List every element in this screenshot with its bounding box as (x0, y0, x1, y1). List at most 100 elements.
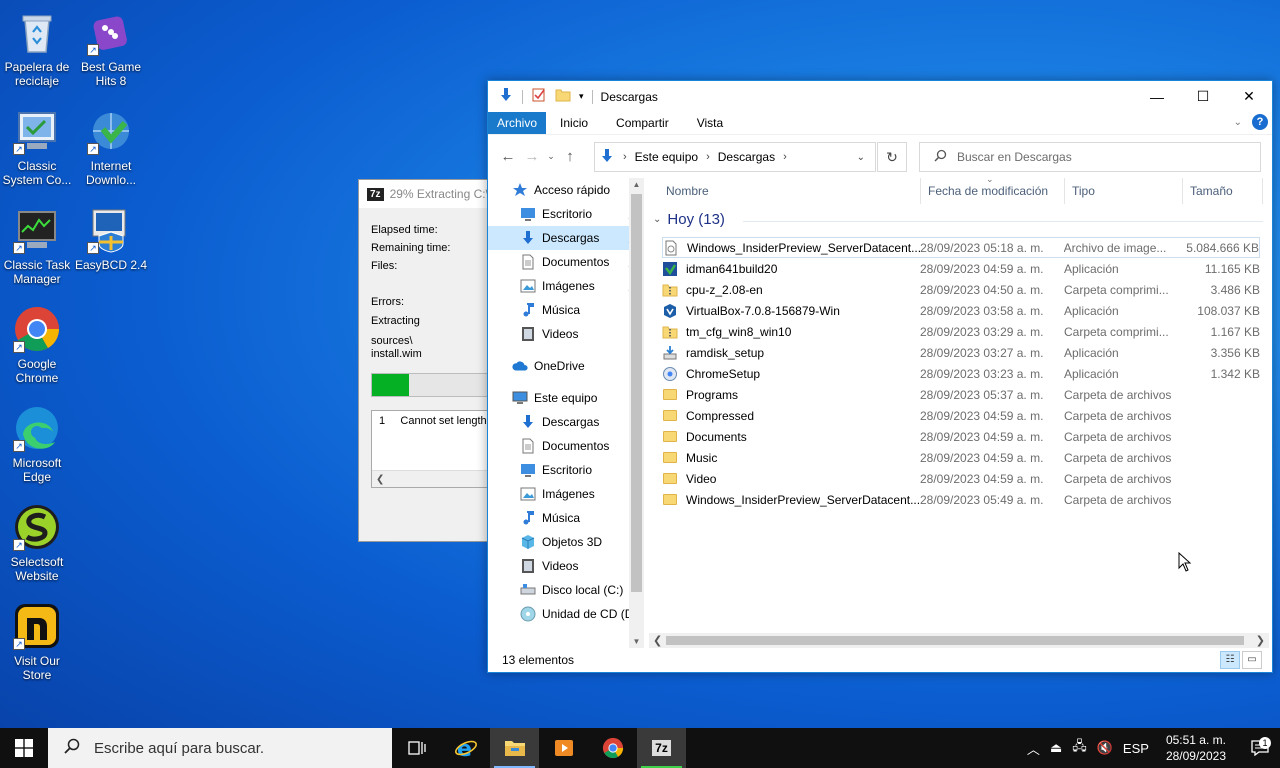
scroll-left-icon[interactable]: ❮ (376, 474, 384, 485)
chrome-taskbar-icon[interactable] (588, 728, 637, 768)
help-icon[interactable]: ? (1252, 114, 1268, 130)
collapse-group-icon[interactable]: ⌄ (653, 214, 661, 225)
tab-archivo[interactable]: Archivo (488, 112, 547, 134)
group-header-hoy[interactable]: ⌄ Hoy (13) (653, 211, 1263, 228)
usb-device-icon[interactable]: ⏏ (1050, 740, 1062, 756)
file-row[interactable]: VirtualBox-7.0.8-156879-Win 28/09/2023 03… (662, 300, 1260, 321)
properties-icon[interactable] (531, 87, 547, 106)
maximize-button[interactable]: ☐ (1180, 81, 1226, 112)
error-log-list[interactable]: 1 Cannot set length ❮ (371, 410, 497, 488)
7zip-progress-window[interactable]: 7z 29% Extracting C:\ Elapsed time: Rema… (358, 179, 498, 542)
desktop-icon-visit-our-store[interactable]: ↗ Visit Our Store (0, 602, 74, 682)
nav-item[interactable]: Este equipo (488, 386, 644, 410)
nav-item[interactable]: Imágenes📌 (488, 274, 644, 298)
desktop-icon-google-chrome[interactable]: ↗ Google Chrome (0, 305, 74, 385)
nav-item[interactable]: Descargas📌 (488, 226, 644, 250)
file-row[interactable]: ramdisk_setup 28/09/2023 03:27 a. m. Aplic… (662, 342, 1260, 363)
7zip-titlebar[interactable]: 7z 29% Extracting C:\ (359, 180, 497, 208)
nav-item[interactable]: Escritorio📌 (488, 202, 644, 226)
file-explorer-icon[interactable] (490, 728, 539, 768)
column-header-tamano[interactable]: Tamaño (1183, 178, 1263, 204)
volume-muted-icon[interactable]: 🔇 (1097, 740, 1113, 756)
tab-compartir[interactable]: Compartir (602, 112, 683, 134)
show-hidden-icons-icon[interactable]: ︿ (1027, 739, 1040, 758)
desktop-icon-selectsoft-website[interactable]: ↗ Selectsoft Website (0, 503, 74, 583)
file-row[interactable]: Documents 28/09/2023 04:59 a. m. Carpeta d… (662, 426, 1260, 447)
navigation-pane[interactable]: Acceso rápidoEscritorio📌Descargas📌Docume… (488, 178, 644, 648)
clock[interactable]: 05:51 a. m. 28/09/2023 (1166, 732, 1226, 764)
breadcrumb-este-equipo[interactable]: Este equipo (635, 150, 698, 164)
new-folder-icon[interactable] (555, 87, 571, 106)
nav-item[interactable]: Música (488, 506, 644, 530)
breadcrumb-separator-icon[interactable]: › (623, 151, 627, 163)
nav-item[interactable]: Escritorio (488, 458, 644, 482)
nav-item[interactable]: Descargas (488, 410, 644, 434)
desktop-icon-microsoft-edge[interactable]: ↗ Microsoft Edge (0, 404, 74, 484)
desktop-icon-best-game-hits[interactable]: ↗ Best Game Hits 8 (74, 8, 148, 88)
navigation-scroll-thumb[interactable] (631, 194, 642, 592)
network-icon[interactable]: 🖧 (1072, 737, 1087, 759)
nav-item[interactable]: Música (488, 298, 644, 322)
file-row[interactable]: ChromeSetup 28/09/2023 03:23 a. m. Aplicac… (662, 363, 1260, 384)
nav-item[interactable]: Documentos (488, 434, 644, 458)
desktop-icon-idm[interactable]: ↗ Internet Downlo... (74, 107, 148, 187)
search-input[interactable]: Buscar en Descargas (919, 142, 1261, 172)
customize-toolbar-icon[interactable]: ▾ (579, 91, 584, 102)
breadcrumb-separator-icon[interactable]: › (783, 151, 787, 163)
recent-locations-icon[interactable]: ⌄ (544, 151, 558, 162)
nav-item[interactable]: Imágenes (488, 482, 644, 506)
tab-vista[interactable]: Vista (683, 112, 737, 134)
navigation-scrollbar[interactable]: ▲ ▼ (629, 178, 644, 648)
desktop-icon-recycle-bin[interactable]: Papelera de reciclaje (0, 8, 74, 88)
file-row[interactable]: Programs 28/09/2023 05:37 a. m. Carpeta de… (662, 384, 1260, 405)
file-row[interactable]: tm_cfg_win8_win10 28/09/2023 03:29 a. m. C… (662, 321, 1260, 342)
file-row[interactable]: Compressed 28/09/2023 04:59 a. m. Carpeta … (662, 405, 1260, 426)
scroll-left-icon[interactable]: ❮ (653, 634, 662, 647)
forward-button[interactable]: → (520, 148, 544, 165)
breadcrumb-descargas[interactable]: Descargas (718, 150, 775, 164)
desktop-icon-classic-task-manager[interactable]: ↗ Classic Task Manager (0, 206, 74, 286)
nav-item[interactable]: Acceso rápido (488, 178, 644, 202)
error-log-scrollbar[interactable]: ❮ (372, 470, 497, 487)
file-explorer-window[interactable]: ▾ Descargas — ☐ ✕ Archivo Inicio Compart… (487, 80, 1273, 673)
scroll-right-icon[interactable]: ❯ (1256, 634, 1265, 647)
expand-ribbon-icon[interactable]: ⌄ (1234, 117, 1242, 128)
file-row[interactable]: Windows_InsiderPreview_ServerDatacent...… (662, 489, 1260, 510)
address-bar[interactable]: › Este equipo › Descargas › ⌄ (594, 142, 876, 172)
nav-item[interactable]: Videos (488, 554, 644, 578)
error-log-row[interactable]: 1 Cannot set length (379, 415, 487, 427)
input-language[interactable]: ESP (1123, 741, 1149, 756)
nav-item[interactable]: Videos (488, 322, 644, 346)
file-list-scrollbar[interactable]: ❮ ❯ (649, 633, 1269, 648)
minimize-button[interactable]: — (1134, 81, 1180, 112)
notification-center-icon[interactable]: 1 (1240, 737, 1280, 756)
back-button[interactable]: ← (496, 148, 520, 165)
scroll-up-icon[interactable]: ▲ (629, 180, 644, 189)
nav-item[interactable]: Objetos 3D (488, 530, 644, 554)
file-list[interactable]: Windows_InsiderPreview_ServerDatacent...… (662, 237, 1260, 510)
tab-inicio[interactable]: Inicio (546, 112, 602, 134)
file-row[interactable]: Music 28/09/2023 04:59 a. m. Carpeta de ar… (662, 447, 1260, 468)
nav-item[interactable]: Unidad de CD (D (488, 602, 644, 626)
7zip-taskbar-icon[interactable]: 7z (637, 728, 686, 768)
address-dropdown-icon[interactable]: ⌄ (857, 152, 865, 163)
taskbar-search-input[interactable]: Escribe aquí para buscar. (48, 728, 392, 768)
nav-item[interactable]: OneDrive (488, 354, 644, 378)
nav-item[interactable]: Documentos📌 (488, 250, 644, 274)
nav-item[interactable]: Disco local (C:) (488, 578, 644, 602)
file-row[interactable]: idman641build20 28/09/2023 04:59 a. m. Apl… (662, 258, 1260, 279)
task-view-icon[interactable] (392, 728, 441, 768)
file-list-scroll-thumb[interactable] (666, 636, 1244, 645)
close-button[interactable]: ✕ (1226, 81, 1272, 112)
file-row[interactable]: cpu-z_2.08-en 28/09/2023 04:50 a. m. Carpe… (662, 279, 1260, 300)
large-icons-view-icon[interactable]: ▭ (1242, 651, 1262, 669)
breadcrumb-separator-icon[interactable]: › (706, 151, 710, 163)
scroll-down-icon[interactable]: ▼ (629, 637, 644, 646)
file-row[interactable]: Video 28/09/2023 04:59 a. m. Carpeta de ar… (662, 468, 1260, 489)
column-header-nombre[interactable]: Nombre (659, 178, 921, 204)
up-button[interactable]: ↑ (558, 148, 582, 165)
start-button[interactable] (0, 728, 48, 768)
download-arrow-icon[interactable] (498, 87, 514, 106)
desktop-icon-classic-system-config[interactable]: ↗ Classic System Co... (0, 107, 74, 187)
column-header-tipo[interactable]: Tipo (1065, 178, 1183, 204)
